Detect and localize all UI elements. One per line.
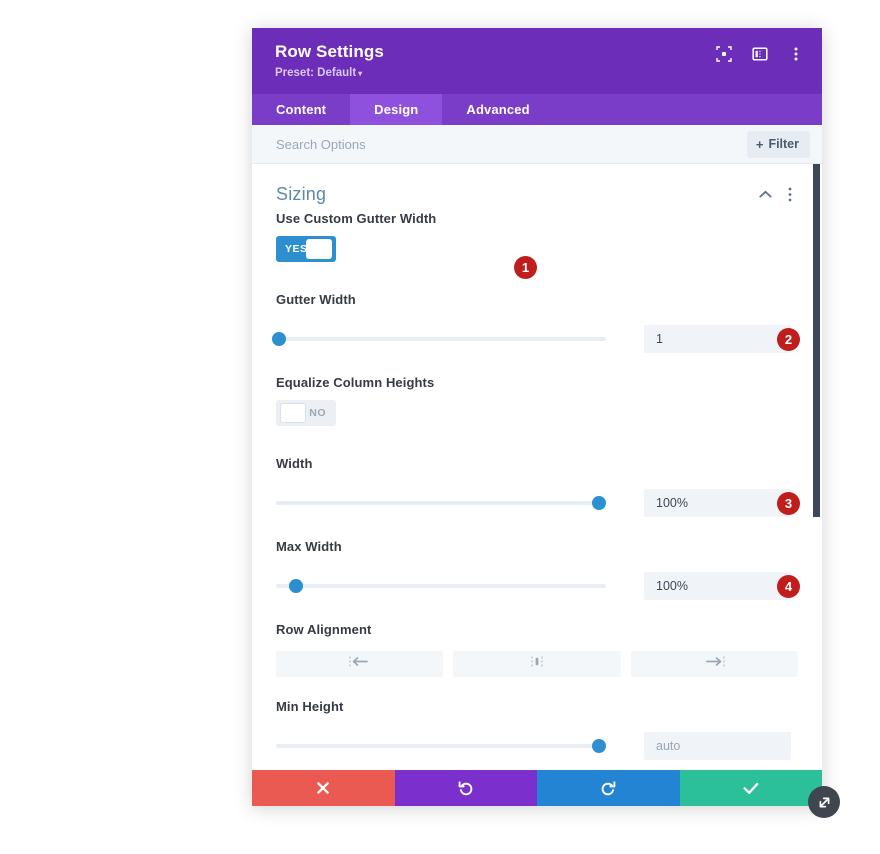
- field-label: Equalize Column Heights: [276, 375, 435, 390]
- slider-track: [276, 337, 606, 341]
- align-right-button[interactable]: [630, 651, 798, 677]
- gutter-width-slider[interactable]: [272, 332, 606, 346]
- panel-body: Sizing Use Custom Gutter Width 1 YES Gut…: [252, 164, 822, 770]
- align-right-icon: [703, 655, 726, 673]
- focus-icon[interactable]: [715, 45, 732, 62]
- toggle-knob: [280, 403, 306, 423]
- step-badge-4: 4: [777, 575, 800, 598]
- field-label: Min Height: [276, 699, 344, 714]
- redo-button[interactable]: [537, 770, 680, 806]
- width-control: 100%: [276, 489, 798, 517]
- resize-diagonal-icon: [819, 797, 829, 807]
- field-width: Width 3 100%: [252, 456, 822, 517]
- chevron-up-icon[interactable]: [759, 190, 772, 199]
- filter-button-label: Filter: [768, 137, 799, 151]
- row-alignment-options: [276, 651, 798, 677]
- field-label: Row Alignment: [276, 622, 372, 637]
- chevron-down-icon: ▾: [358, 69, 363, 78]
- tab-design[interactable]: Design: [350, 94, 443, 125]
- section-actions: [759, 187, 792, 202]
- align-center-button[interactable]: [453, 651, 621, 677]
- panel-footer: [252, 770, 822, 806]
- panel-tabs: Content Design Advanced: [252, 94, 822, 125]
- field-gutter-width: Gutter Width 2 1: [252, 292, 822, 353]
- field-use-custom-gutter-width: Use Custom Gutter Width 1 YES: [252, 211, 822, 279]
- scrollbar-thumb[interactable]: [813, 164, 820, 517]
- max-width-slider[interactable]: [276, 579, 606, 593]
- slider-thumb[interactable]: [272, 332, 287, 346]
- field-row-alignment: Row Alignment: [252, 622, 822, 677]
- field-min-height: Min Height auto: [252, 699, 822, 760]
- use-custom-gutter-width-toggle[interactable]: YES: [276, 236, 336, 262]
- panel-header: Row Settings Preset: Default ▾: [252, 28, 822, 94]
- filter-button[interactable]: + Filter: [746, 130, 810, 158]
- step-badge-3: 3: [777, 492, 800, 515]
- slider-track: [276, 744, 606, 748]
- align-left-button[interactable]: [276, 651, 444, 677]
- field-max-width: Max Width 4 100%: [252, 539, 822, 600]
- page-title: Row Settings: [275, 42, 384, 61]
- field-equalize-column-heights: Equalize Column Heights NO: [252, 375, 822, 426]
- preset-label: Preset: Default: [275, 67, 357, 79]
- tab-advanced[interactable]: Advanced: [442, 94, 553, 125]
- min-height-slider[interactable]: [276, 739, 607, 753]
- slider-track: [276, 584, 606, 588]
- check-icon: [743, 782, 759, 795]
- equalize-column-heights-toggle[interactable]: NO: [276, 400, 336, 426]
- redo-icon: [600, 780, 616, 796]
- panel-scrollbar[interactable]: [813, 164, 822, 770]
- row-settings-panel: Row Settings Preset: Default ▾ Content D…: [252, 28, 822, 806]
- align-left-icon: [348, 655, 371, 673]
- slider-track: [276, 501, 606, 505]
- width-slider[interactable]: [276, 496, 607, 510]
- width-input[interactable]: 100%: [644, 489, 791, 517]
- save-button[interactable]: [679, 770, 822, 806]
- plus-icon: +: [755, 136, 764, 152]
- resize-handle[interactable]: [808, 786, 840, 818]
- max-width-control: 100%: [276, 572, 798, 600]
- section-more-vertical-icon[interactable]: [788, 187, 792, 202]
- sizing-section-header: Sizing: [252, 164, 822, 211]
- field-label: Max Width: [276, 539, 342, 554]
- gutter-width-control: 1: [272, 325, 798, 353]
- cancel-button[interactable]: [252, 770, 395, 806]
- align-center-icon: [526, 655, 548, 673]
- section-title: Sizing: [276, 184, 327, 204]
- more-vertical-icon[interactable]: [787, 45, 804, 62]
- panel-header-actions: [715, 45, 804, 62]
- field-label: Width: [276, 456, 313, 471]
- search-input[interactable]: Search Options: [276, 137, 366, 152]
- toggle-state-label: YES: [285, 243, 308, 255]
- tab-content[interactable]: Content: [252, 94, 350, 125]
- min-height-control: auto: [276, 732, 798, 760]
- gutter-width-input[interactable]: 1: [644, 325, 791, 353]
- toggle-knob: [306, 239, 332, 259]
- step-badge-1: 1: [514, 256, 537, 279]
- undo-icon: [458, 780, 474, 796]
- layout-panel-icon[interactable]: [751, 45, 768, 62]
- slider-thumb[interactable]: [592, 739, 607, 753]
- slider-thumb[interactable]: [592, 496, 607, 510]
- max-width-input[interactable]: 100%: [644, 572, 791, 600]
- step-badge-2: 2: [777, 328, 800, 351]
- undo-button[interactable]: [394, 770, 537, 806]
- toggle-state-label: NO: [309, 407, 326, 419]
- preset-selector[interactable]: Preset: Default ▾: [275, 65, 384, 82]
- field-label: Use Custom Gutter Width: [276, 211, 437, 226]
- slider-thumb[interactable]: [288, 579, 303, 593]
- search-bar: Search Options + Filter: [252, 125, 822, 164]
- panel-header-titles: Row Settings Preset: Default ▾: [275, 41, 384, 82]
- close-icon: [316, 781, 330, 795]
- field-label: Gutter Width: [276, 292, 356, 307]
- min-height-input[interactable]: auto: [644, 732, 791, 760]
